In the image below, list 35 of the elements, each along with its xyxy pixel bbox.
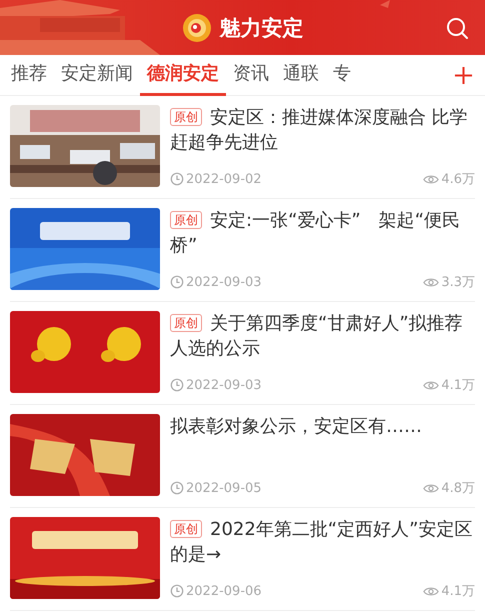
publish-date: 2022-09-05 [186,480,262,496]
logo-icon [182,12,212,42]
publish-date: 2022-09-03 [186,378,262,392]
article-title[interactable]: 原创 关于第四季度“甘肃好人”拟推荐人选的公示 [170,311,475,361]
clock-icon [170,172,184,186]
eye-icon [423,586,440,596]
eye-icon [423,276,440,288]
category-tab[interactable]: 资讯 [226,54,276,96]
view-count: 4.1万 [441,377,475,394]
search-icon[interactable] [445,16,469,40]
publish-date: 2022-09-06 [186,584,262,598]
category-tab[interactable]: 德润安定 [140,54,226,96]
eye-icon [423,174,440,184]
eye-icon [423,482,440,494]
clock-icon [170,378,184,392]
category-tab[interactable]: 推荐 [4,54,54,96]
add-icon[interactable] [454,66,473,84]
view-count: 4.1万 [441,583,475,600]
view-count: 4.6万 [441,171,475,188]
clock-icon [170,275,184,289]
view-count: 4.8万 [441,480,475,497]
clock-icon [170,584,184,598]
article-title[interactable]: 原创 安定:一张“爱心卡” 架起“便民桥” [170,208,475,258]
view-count: 3.3万 [441,274,475,291]
category-tab[interactable]: 安定新闻 [54,54,140,96]
category-tab[interactable]: 通联 [276,54,326,96]
article-title[interactable]: 拟表彰对象公示，安定区有…… [170,414,475,439]
article-title[interactable]: 原创 2022年第二批“定西好人”安定区的是→ [170,517,475,567]
article-title[interactable]: 原创 安定区：推进媒体深度融合 比学赶超争先进位 [170,105,475,155]
app-title: 魅力安定 [220,14,304,42]
eye-icon [423,380,440,390]
category-tab[interactable]: 专 [326,54,358,96]
publish-date: 2022-09-02 [186,172,262,186]
clock-icon [170,481,184,495]
publish-date: 2022-09-03 [186,274,262,290]
